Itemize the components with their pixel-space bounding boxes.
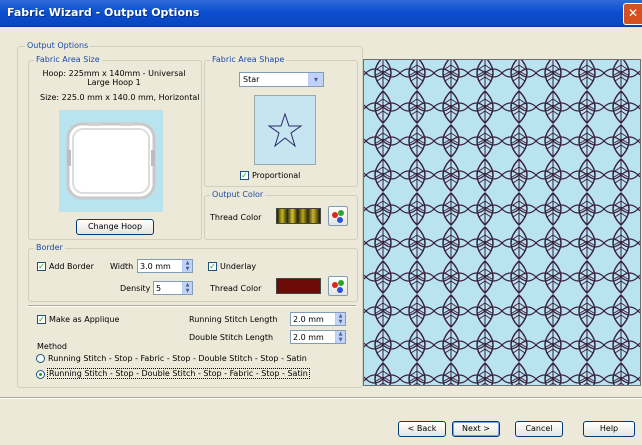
border-width-input[interactable]: 3.0 mm ▲ ▼ [137,259,193,273]
output-color-legend: Output Color [210,190,266,199]
proportional-label: Proportional [252,171,301,180]
leaf-pattern-image [364,60,640,385]
cancel-button[interactable]: Cancel [515,421,563,437]
method-option-radio[interactable] [36,354,45,363]
border-legend: Border [34,243,65,252]
add-border-checkbox[interactable]: ✓ [37,262,46,271]
change-hoop-button[interactable]: Change Hoop [76,219,154,235]
border-color-picker-button[interactable] [328,276,348,296]
close-button[interactable]: ✕ [623,3,642,25]
title-bar: Fabric Wizard - Output Options ✕ [0,0,642,27]
shape-preview [254,95,316,165]
double-stitch-length-input[interactable]: 2.0 mm ▲ ▼ [290,330,346,344]
double-stitch-length-label: Double Stitch Length [189,333,274,342]
back-button[interactable]: < Back [398,421,446,437]
window-title: Fabric Wizard - Output Options [7,6,200,19]
fabric-preview [363,59,641,386]
border-density-value: 5 [156,284,162,293]
output-color-picker-button[interactable] [328,206,348,226]
border-thread-color-label: Thread Color [210,284,262,293]
spin-arrows-icon[interactable]: ▲ ▼ [182,282,192,294]
divider [28,305,356,307]
footer-divider [0,397,642,399]
hoop-icon [59,110,163,212]
method-label: Method [37,342,68,351]
make-as-applique-label: Make as Applique [49,315,120,324]
running-stitch-length-input[interactable]: 2.0 mm ▲ ▼ [290,312,346,326]
add-border-label: Add Border [49,262,94,271]
underlay-checkbox[interactable]: ✓ [208,262,217,271]
fabric-area-shape-legend: Fabric Area Shape [210,55,287,64]
star-icon [267,112,303,148]
help-button[interactable]: Help [583,421,635,437]
method-option-radio-selected[interactable] [36,370,45,379]
border-width-value: 3.0 mm [140,262,171,271]
spin-arrows-icon[interactable]: ▲ ▼ [335,331,345,343]
running-stitch-length-value: 2.0 mm [293,315,324,324]
output-thread-color-swatch[interactable] [276,208,321,224]
width-label: Width [110,262,134,271]
running-stitch-length-label: Running Stitch Length [189,315,278,324]
proportional-checkbox[interactable]: ✓ [240,171,249,180]
size-description: Size: 225.0 mm x 140.0 mm, Horizontal [40,93,200,102]
next-button[interactable]: Next > [452,421,500,437]
double-stitch-length-value: 2.0 mm [293,333,324,342]
spin-arrows-icon[interactable]: ▲ ▼ [182,260,192,272]
method-option-label: Running Stitch - Stop - Double Stitch - … [47,368,310,379]
method-option-label: Running Stitch - Stop - Fabric - Stop - … [48,354,307,363]
output-thread-color-label: Thread Color [210,213,262,222]
hoop-description: Hoop: 225mm x 140mm - Universal Large Ho… [42,69,186,87]
make-as-applique-checkbox[interactable]: ✓ [37,315,46,324]
density-label: Density [120,284,151,293]
border-thread-color-swatch[interactable] [276,278,321,294]
fabric-area-size-legend: Fabric Area Size [34,55,102,64]
border-density-input[interactable]: 5 ▲ ▼ [153,281,193,295]
shape-select[interactable]: Star ▾ [239,72,324,87]
chevron-down-icon: ▾ [308,73,323,86]
output-options-legend: Output Options [25,41,91,50]
spin-arrows-icon[interactable]: ▲ ▼ [335,313,345,325]
shape-select-value: Star [243,75,260,84]
underlay-label: Underlay [220,262,257,271]
